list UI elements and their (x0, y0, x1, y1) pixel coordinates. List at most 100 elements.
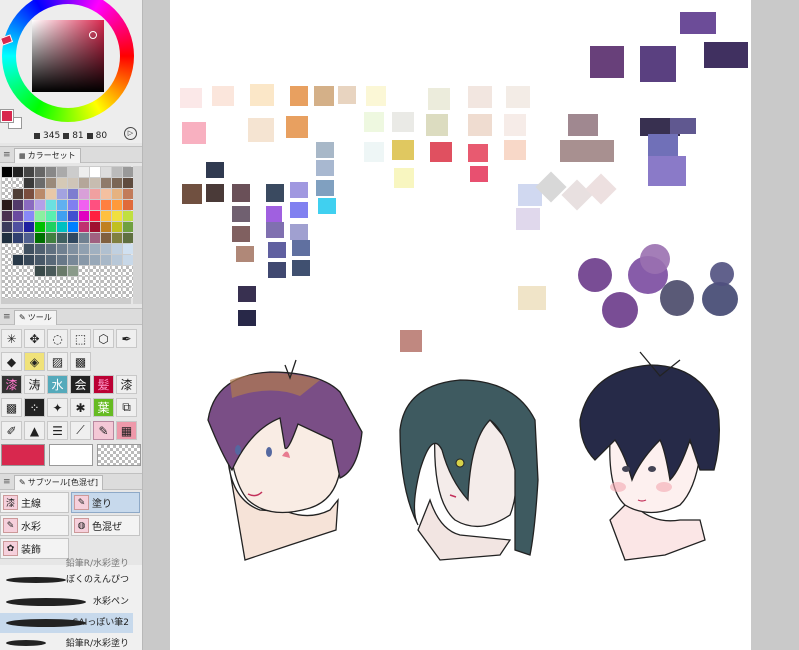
palette-swatch[interactable] (46, 244, 56, 254)
tab-color-set[interactable]: ▦ カラーセット (14, 148, 81, 163)
palette-swatch[interactable] (112, 211, 122, 221)
palette-swatch[interactable] (24, 189, 34, 199)
lasso-icon[interactable]: ◌ (47, 329, 68, 348)
palette-swatch[interactable] (90, 189, 100, 199)
palette-swatch[interactable] (101, 211, 111, 221)
palette-swatch[interactable] (57, 167, 67, 177)
brush-preset-icon-1[interactable]: 漆 (1, 375, 22, 394)
transform-icon[interactable]: ⬡ (93, 329, 114, 348)
palette-swatch[interactable] (35, 288, 45, 298)
eraser-fill-icon[interactable]: ◆ (1, 352, 22, 371)
grip-icon[interactable]: ≡ (3, 477, 11, 487)
brush-preset-icon-2[interactable]: 涛 (24, 375, 45, 394)
leaf-icon[interactable]: 葉 (93, 398, 114, 417)
palette-swatch[interactable] (112, 222, 122, 232)
palette-swatch[interactable] (90, 200, 100, 210)
palette-swatch[interactable] (101, 266, 111, 276)
palette-swatch[interactable] (57, 200, 67, 210)
palette-swatch[interactable] (79, 266, 89, 276)
palette-swatch[interactable] (123, 200, 133, 210)
brush-fill[interactable]: ✎ 塗り (71, 492, 140, 513)
brush-preset-icon-5[interactable]: 髪 (93, 375, 114, 394)
palette-swatch[interactable] (2, 200, 12, 210)
palette-swatch[interactable] (68, 244, 78, 254)
palette-swatch[interactable] (35, 233, 45, 243)
palette-swatch[interactable] (24, 244, 34, 254)
palette-swatch[interactable] (35, 189, 45, 199)
bucket-icon[interactable]: ◈ (24, 352, 45, 371)
palette-swatch[interactable] (68, 255, 78, 265)
eyedropper-icon[interactable]: ✒ (116, 329, 137, 348)
palette-swatch[interactable] (57, 178, 67, 188)
palette-swatch[interactable] (90, 178, 100, 188)
palette-swatch[interactable] (2, 222, 12, 232)
palette-swatch[interactable] (79, 255, 89, 265)
palette-swatch[interactable] (68, 233, 78, 243)
palette-swatch[interactable] (13, 189, 23, 199)
palette-swatch[interactable] (123, 277, 133, 287)
palette-swatch[interactable] (123, 167, 133, 177)
palette-swatch[interactable] (90, 255, 100, 265)
palette-swatch[interactable] (24, 288, 34, 298)
palette-swatch[interactable] (2, 288, 12, 298)
palette-swatch[interactable] (123, 222, 133, 232)
palette-swatch[interactable] (90, 222, 100, 232)
palette-swatch[interactable] (68, 167, 78, 177)
palette-swatch[interactable] (57, 189, 67, 199)
palette-swatch[interactable] (2, 244, 12, 254)
palette-swatch[interactable] (68, 288, 78, 298)
palette-swatch[interactable] (57, 211, 67, 221)
palette-swatch[interactable] (57, 233, 67, 243)
palette-swatch[interactable] (46, 233, 56, 243)
palette-swatch[interactable] (123, 288, 133, 298)
palette-swatch[interactable] (79, 277, 89, 287)
brush-decoration[interactable]: ✿ 装飾 (0, 538, 69, 559)
palette-swatch[interactable] (35, 167, 45, 177)
palette-swatch[interactable] (112, 277, 122, 287)
palette-swatch[interactable] (24, 255, 34, 265)
brush-watercolor[interactable]: ✎ 水彩 (0, 515, 69, 536)
move-icon[interactable]: ✥ (24, 329, 45, 348)
palette-swatch[interactable] (13, 244, 23, 254)
palette-swatch[interactable] (90, 288, 100, 298)
link-icon[interactable]: ⧉ (116, 398, 137, 417)
palette-swatch[interactable] (35, 255, 45, 265)
drawing-canvas[interactable] (170, 0, 751, 650)
grip-icon[interactable]: ≡ (3, 150, 11, 160)
palette-swatch[interactable] (24, 277, 34, 287)
palette-swatch[interactable] (68, 178, 78, 188)
tab-tools[interactable]: ✎ ツール (14, 310, 57, 325)
palette-swatch[interactable] (68, 277, 78, 287)
palette-swatch[interactable] (13, 233, 23, 243)
palette-swatch[interactable] (13, 222, 23, 232)
palette-swatch[interactable] (35, 211, 45, 221)
palette-swatch[interactable] (68, 189, 78, 199)
palette-swatch[interactable] (112, 200, 122, 210)
palette-swatch[interactable] (24, 200, 34, 210)
palette-swatch[interactable] (2, 178, 12, 188)
palette-swatch[interactable] (68, 211, 78, 221)
palette-swatch[interactable] (68, 266, 78, 276)
stroke-item-pencil[interactable]: ぼくのえんぴつ (0, 570, 133, 590)
palette-swatch[interactable] (112, 167, 122, 177)
palette-swatch[interactable] (112, 233, 122, 243)
pencil-tool-icon[interactable]: ✐ (1, 421, 22, 440)
palette-swatch[interactable] (35, 277, 45, 287)
palette-swatch[interactable] (112, 178, 122, 188)
palette-swatch[interactable] (24, 266, 34, 276)
palette-swatch[interactable] (35, 222, 45, 232)
star-icon[interactable]: ✱ (70, 398, 91, 417)
palette-swatch[interactable] (101, 277, 111, 287)
brush-preset-icon-6[interactable]: 漆 (116, 375, 137, 394)
palette-swatch[interactable] (13, 266, 23, 276)
palette-swatch[interactable] (79, 244, 89, 254)
brush-preset-icon-3[interactable]: 水 (47, 375, 68, 394)
palette-swatch[interactable] (46, 189, 56, 199)
sv-cursor[interactable] (89, 31, 97, 39)
palette-swatch[interactable] (2, 211, 12, 221)
palette-swatch[interactable] (24, 211, 34, 221)
palette-swatch[interactable] (24, 178, 34, 188)
palette-swatch[interactable] (79, 167, 89, 177)
palette-swatch[interactable] (79, 178, 89, 188)
palette-swatch[interactable] (13, 277, 23, 287)
